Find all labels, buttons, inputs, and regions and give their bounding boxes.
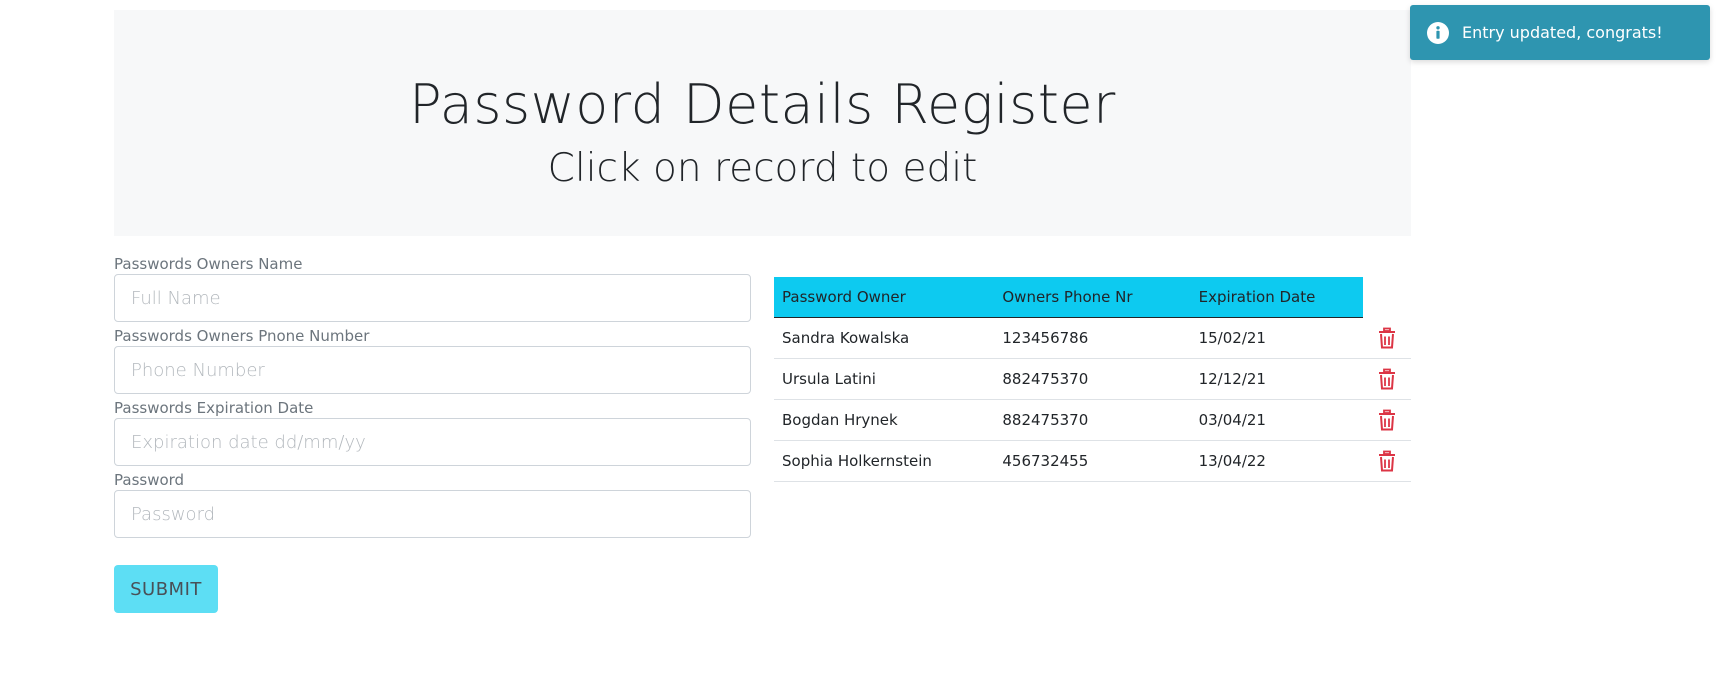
cell-phone: 123456786 bbox=[994, 317, 1191, 359]
page-subtitle: Click on record to edit bbox=[547, 146, 978, 191]
owner-name-label: Passwords Owners Name bbox=[114, 255, 303, 273]
cell-date: 12/12/21 bbox=[1190, 358, 1363, 400]
submit-button[interactable]: SUBMIT bbox=[114, 565, 218, 613]
phone-number-label: Passwords Owners Pnone Number bbox=[114, 327, 370, 345]
trash-icon[interactable] bbox=[1376, 368, 1398, 390]
cell-delete bbox=[1362, 317, 1411, 359]
expiration-date-input[interactable] bbox=[114, 418, 751, 466]
cell-delete bbox=[1362, 358, 1411, 400]
password-form: Passwords Owners Name Passwords Owners P… bbox=[114, 254, 751, 542]
expiration-date-label: Passwords Expiration Date bbox=[114, 399, 314, 417]
toast-notification[interactable]: Entry updated, congrats! bbox=[1410, 5, 1710, 60]
cell-owner: Bogdan Hrynek bbox=[774, 399, 995, 441]
info-icon bbox=[1427, 21, 1449, 44]
header-owners-phone: Owners Phone Nr bbox=[994, 277, 1191, 318]
header-actions bbox=[1363, 277, 1411, 318]
page: Password Details Register Click on recor… bbox=[0, 0, 1719, 682]
table-row[interactable]: Sandra Kowalska 123456786 15/02/21 bbox=[774, 317, 1411, 359]
cell-date: 13/04/22 bbox=[1190, 440, 1363, 482]
cell-owner: Sophia Holkernstein bbox=[774, 440, 995, 482]
phone-number-input[interactable] bbox=[114, 346, 751, 394]
owner-name-input[interactable] bbox=[114, 274, 751, 322]
cell-phone: 882475370 bbox=[994, 399, 1191, 441]
cell-delete bbox=[1362, 440, 1411, 482]
password-input[interactable] bbox=[114, 490, 751, 538]
records-table: Password Owner Owners Phone Nr Expiratio… bbox=[774, 277, 1411, 482]
header-jumbotron: Password Details Register Click on recor… bbox=[114, 10, 1411, 236]
records-table-container: Password Owner Owners Phone Nr Expiratio… bbox=[774, 277, 1411, 482]
cell-owner: Sandra Kowalska bbox=[774, 317, 995, 359]
cell-owner: Ursula Latini bbox=[774, 358, 995, 400]
cell-phone: 882475370 bbox=[994, 358, 1191, 400]
cell-date: 15/02/21 bbox=[1190, 317, 1363, 359]
page-title: Password Details Register bbox=[409, 73, 1116, 136]
trash-icon[interactable] bbox=[1376, 409, 1398, 431]
table-row[interactable]: Sophia Holkernstein 456732455 13/04/22 bbox=[774, 440, 1411, 482]
cell-delete bbox=[1362, 399, 1411, 441]
cell-phone: 456732455 bbox=[994, 440, 1191, 482]
header-password-owner: Password Owner bbox=[774, 277, 995, 318]
table-header-row: Password Owner Owners Phone Nr Expiratio… bbox=[774, 277, 1411, 318]
table-row[interactable]: Ursula Latini 882475370 12/12/21 bbox=[774, 358, 1411, 400]
table-row[interactable]: Bogdan Hrynek 882475370 03/04/21 bbox=[774, 399, 1411, 441]
toast-message: Entry updated, congrats! bbox=[1462, 23, 1663, 42]
trash-icon[interactable] bbox=[1376, 450, 1398, 472]
password-label: Password bbox=[114, 471, 185, 489]
trash-icon[interactable] bbox=[1376, 327, 1398, 349]
cell-date: 03/04/21 bbox=[1190, 399, 1363, 441]
header-expiration-date: Expiration Date bbox=[1190, 277, 1363, 318]
